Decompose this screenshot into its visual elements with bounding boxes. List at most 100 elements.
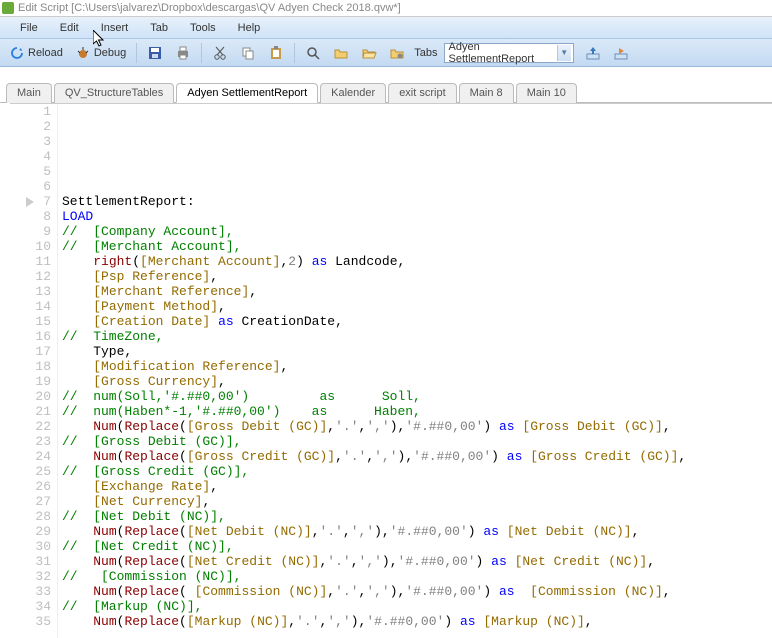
code-line[interactable]: // [Company Account], [62,224,686,239]
code-line[interactable]: // TimeZone, [62,329,686,344]
copy-button[interactable] [235,42,261,64]
reload-icon [9,45,25,61]
code-line[interactable]: // [Markup (NC)], [62,599,686,614]
debug-button[interactable]: Debug [70,42,131,64]
code-line[interactable] [62,179,686,194]
code-line[interactable]: // num(Haben*-1,'#.##0,00') as Haben, [62,404,686,419]
line-number: 20 [10,389,51,404]
code-line[interactable] [62,104,686,119]
line-number: 19 [10,374,51,389]
separator [201,43,202,63]
line-number: 5 [10,164,51,179]
code-line[interactable] [62,164,686,179]
script-tab[interactable]: exit script [388,83,456,103]
script-tab[interactable]: Kalender [320,83,386,103]
menu-file[interactable]: File [10,20,48,36]
tabs-combo[interactable]: Adyen SettlementReport ▼ [444,43,574,63]
script-tab[interactable]: Main 8 [459,83,514,103]
print-button[interactable] [170,42,196,64]
bookmark-icon [24,195,40,209]
code-line[interactable]: // [Net Debit (NC)], [62,509,686,524]
code-line[interactable] [62,134,686,149]
menu-tab[interactable]: Tab [140,20,178,36]
reload-button[interactable]: Reload [4,42,68,64]
separator [294,43,295,63]
code-line[interactable] [62,149,686,164]
toolbar: Reload Debug Tabs Adyen SettlementReport… [0,39,772,67]
code-line[interactable]: [Modification Reference], [62,359,686,374]
line-number: 26 [10,479,51,494]
menu-insert[interactable]: Insert [91,20,139,36]
save-button[interactable] [142,42,168,64]
floppy-icon [147,45,163,61]
reload-label: Reload [28,47,63,59]
code-line[interactable]: // [Merchant Account], [62,239,686,254]
code-area[interactable]: SettlementReport:LOAD// [Company Account… [58,104,686,638]
line-number: 28 [10,509,51,524]
code-line[interactable]: Num(Replace([Gross Debit (GC)],'.',','),… [62,419,686,434]
line-number: 33 [10,584,51,599]
clipboard-icon [268,45,284,61]
folder2-button[interactable] [356,42,382,64]
code-line[interactable]: // [Net Credit (NC)], [62,539,686,554]
menu-help[interactable]: Help [228,20,271,36]
line-number: 6 [10,179,51,194]
folder-icon [333,45,349,61]
line-number: 15 [10,314,51,329]
tab-next-button[interactable] [608,42,634,64]
code-line[interactable]: right([Merchant Account],2) as Landcode, [62,254,686,269]
line-number: 10 [10,239,51,254]
code-line[interactable]: SettlementReport: [62,194,686,209]
line-number: 34 [10,599,51,614]
script-tab[interactable]: Main [6,83,52,103]
code-line[interactable]: [Net Currency], [62,494,686,509]
line-number: 29 [10,524,51,539]
code-line[interactable]: [Creation Date] as CreationDate, [62,314,686,329]
code-line[interactable]: Type, [62,344,686,359]
code-line[interactable]: [Payment Method], [62,299,686,314]
line-number: 23 [10,434,51,449]
line-number: 24 [10,449,51,464]
line-number: 31 [10,554,51,569]
code-line[interactable]: // [Gross Credit (GC)], [62,464,686,479]
script-tab[interactable]: Adyen SettlementReport [176,83,318,103]
code-line[interactable]: [Merchant Reference], [62,284,686,299]
separator [136,43,137,63]
tab-right-icon [613,45,629,61]
tabs-label: Tabs [414,47,437,59]
script-tab[interactable]: Main 10 [516,83,577,103]
menu-edit[interactable]: Edit [50,20,89,36]
window-title: Edit Script [C:\Users\jalvarez\Dropbox\d… [18,2,401,14]
code-line[interactable]: [Psp Reference], [62,269,686,284]
line-number-gutter: 1234567891011121314151617181920212223242… [10,104,58,638]
code-line[interactable] [62,119,686,134]
code-line[interactable]: Num(Replace([Net Debit (NC)],'.',','),'#… [62,524,686,539]
tab-promote-button[interactable] [580,42,606,64]
code-line[interactable]: Num(Replace( [Commission (NC)],'.',','),… [62,584,686,599]
line-number: 14 [10,299,51,314]
line-number: 13 [10,284,51,299]
menu-tools[interactable]: Tools [180,20,226,36]
line-number: 30 [10,539,51,554]
code-line[interactable]: LOAD [62,209,686,224]
code-line[interactable]: [Gross Currency], [62,374,686,389]
tab-up-icon [585,45,601,61]
cut-button[interactable] [207,42,233,64]
folder-button[interactable] [328,42,354,64]
paste-button[interactable] [263,42,289,64]
line-number: 4 [10,149,51,164]
line-number: 8 [10,209,51,224]
scissors-icon [212,45,228,61]
code-line[interactable]: Num(Replace([Gross Credit (GC)],'.',',')… [62,449,686,464]
code-line[interactable]: [Exchange Rate], [62,479,686,494]
code-line[interactable]: Num(Replace([Markup (NC)],'.',','),'#.##… [62,614,686,629]
code-line[interactable]: Num(Replace([Net Credit (NC)],'.',','),'… [62,554,686,569]
search-button[interactable] [300,42,326,64]
folder3-button[interactable] [384,42,410,64]
script-editor[interactable]: 1234567891011121314151617181920212223242… [10,103,772,638]
code-line[interactable]: // [Gross Debit (GC)], [62,434,686,449]
line-number: 17 [10,344,51,359]
code-line[interactable]: // num(Soll,'#.##0,00') as Soll, [62,389,686,404]
code-line[interactable]: // [Commission (NC)], [62,569,686,584]
script-tab[interactable]: QV_StructureTables [54,83,174,103]
